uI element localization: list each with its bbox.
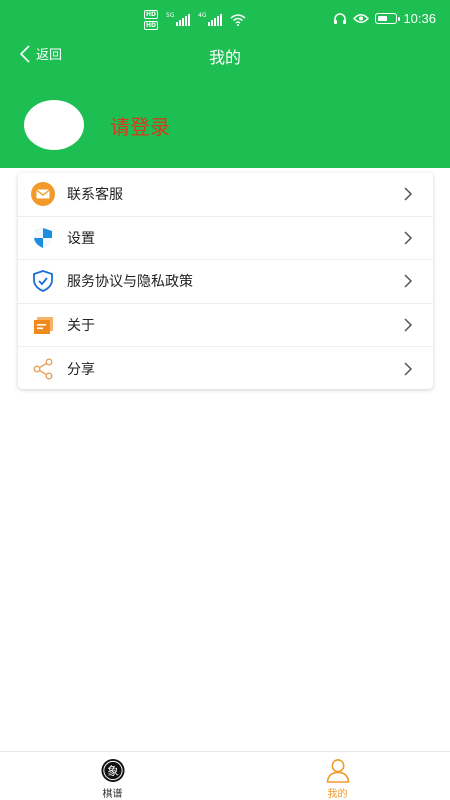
signal-label: 5G xyxy=(166,12,175,19)
chevron-right-icon xyxy=(404,274,413,288)
battery-fill xyxy=(377,15,387,21)
menu-item-about[interactable]: 关于 xyxy=(18,304,433,347)
menu-item-privacy-policy[interactable]: 服务协议与隐私政策 xyxy=(18,260,433,304)
hd-badge: HD xyxy=(144,10,159,19)
chevron-right-icon xyxy=(404,231,413,245)
menu-card: 联系客服 设置 服务协议与隐私政策 关于 分享 xyxy=(18,173,433,389)
chess-piece-icon: 象 xyxy=(100,758,125,783)
tab-mine[interactable]: 我的 xyxy=(225,752,450,800)
menu-label: 设置 xyxy=(67,230,95,247)
eye-icon xyxy=(353,14,370,23)
headphones-icon xyxy=(334,12,347,24)
hd-badge: HD xyxy=(144,21,159,30)
avatar[interactable] xyxy=(24,100,84,150)
privacy-shield-icon xyxy=(30,268,56,294)
status-bar: HD HD 5G 4G 10:36 xyxy=(0,0,450,40)
chevron-right-icon xyxy=(404,362,413,376)
menu-label: 服务协议与隐私政策 xyxy=(67,274,193,291)
chess-piece-char: 象 xyxy=(107,764,119,778)
tab-label: 我的 xyxy=(327,789,348,800)
battery-icon xyxy=(375,13,401,24)
menu-item-contact-support[interactable]: 联系客服 xyxy=(18,173,433,217)
nav-bar: 返回 我的 xyxy=(0,38,450,72)
user-icon xyxy=(326,759,349,783)
signal-label: 4G xyxy=(198,12,207,19)
chevron-right-icon xyxy=(404,187,413,201)
status-left: HD HD 5G 4G xyxy=(144,10,246,30)
status-time: 10:36 xyxy=(403,11,436,26)
menu-label: 关于 xyxy=(67,317,95,334)
about-icon xyxy=(30,312,56,338)
login-link[interactable]: 请登录 xyxy=(110,111,170,140)
status-right: 10:36 xyxy=(333,11,436,26)
menu-item-share[interactable]: 分享 xyxy=(18,347,433,391)
signal-5g-icon: 5G xyxy=(166,12,191,26)
menu-label: 分享 xyxy=(67,361,95,378)
signal-4g-icon: 4G xyxy=(198,12,223,26)
settings-shield-icon xyxy=(30,225,56,251)
wifi-icon xyxy=(230,14,246,26)
tab-label: 棋谱 xyxy=(102,789,123,800)
hd-badges: HD HD xyxy=(144,10,159,30)
chevron-right-icon xyxy=(404,318,413,332)
menu-label: 联系客服 xyxy=(67,187,123,204)
tab-chess-records[interactable]: 象 棋谱 xyxy=(0,752,225,800)
share-icon xyxy=(30,356,56,382)
page-title: 我的 xyxy=(208,48,241,67)
bottom-tab-bar: 象 棋谱 我的 xyxy=(0,751,450,800)
mail-icon xyxy=(30,181,56,207)
login-area[interactable]: 请登录 xyxy=(24,100,170,150)
menu-item-settings[interactable]: 设置 xyxy=(18,217,433,260)
